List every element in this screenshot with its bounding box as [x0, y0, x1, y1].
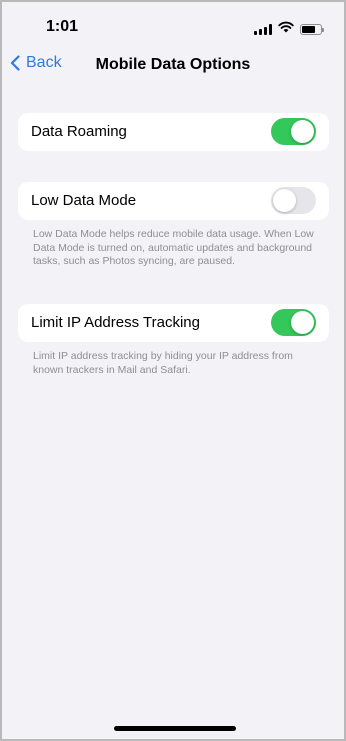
status-bar: 1:01 — [2, 2, 344, 50]
low-data-mode-label: Low Data Mode — [31, 192, 137, 209]
data-roaming-toggle[interactable] — [271, 118, 316, 145]
limit-ip-tracking-footnote: Limit IP address tracking by hiding your… — [33, 350, 293, 376]
limit-ip-tracking-label: Limit IP Address Tracking — [31, 314, 200, 331]
low-data-mode-toggle[interactable] — [271, 187, 316, 214]
limit-ip-tracking-toggle[interactable] — [271, 309, 316, 336]
low-data-mode-footnote: Low Data Mode helps reduce mobile data u… — [33, 228, 314, 267]
toggle-knob — [291, 120, 314, 143]
limit-ip-tracking-row: Limit IP Address Tracking — [18, 304, 329, 342]
status-time: 1:01 — [46, 18, 79, 35]
page-title: Mobile Data Options — [95, 56, 251, 73]
home-indicator — [114, 726, 236, 731]
low-data-mode-row: Low Data Mode — [18, 182, 329, 220]
navigation-bar: Back Mobile Data Options — [2, 50, 344, 80]
phone-screen: 1:01 Back Mobile Data Options Data Roami… — [0, 0, 346, 741]
wifi-icon — [278, 20, 294, 38]
toggle-knob — [273, 189, 296, 212]
cellular-signal-icon — [254, 23, 272, 35]
toggle-knob — [291, 311, 314, 334]
status-icons — [254, 20, 324, 38]
data-roaming-label: Data Roaming — [31, 123, 127, 140]
battery-icon — [300, 23, 324, 35]
data-roaming-row: Data Roaming — [18, 113, 329, 151]
